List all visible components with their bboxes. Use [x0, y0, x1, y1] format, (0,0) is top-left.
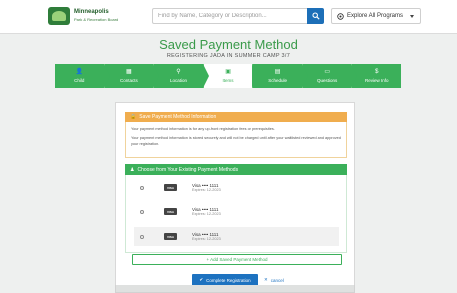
- step-icon: ▭: [324, 69, 331, 75]
- search-input[interactable]: [152, 8, 307, 24]
- step-child[interactable]: 👤 Child: [55, 64, 110, 88]
- payment-radio[interactable]: [140, 209, 144, 214]
- title-band: Saved Payment Method REGISTERING JADA IN…: [0, 34, 457, 64]
- step-icon: ▦: [126, 69, 132, 75]
- payment-method-row[interactable]: VISA Visa •••• 1111 Expires: 12-2023: [134, 227, 339, 246]
- step-icon: ▤: [274, 69, 281, 75]
- search-icon: [311, 12, 320, 20]
- card-expiry: Expires: 12-2023: [192, 187, 221, 192]
- visa-card-icon: VISA: [164, 233, 177, 240]
- info-text-2: Your payment method information is store…: [131, 136, 341, 146]
- save-payment-heading: 🔒 Save Payment Method Information: [125, 112, 347, 122]
- card-expiry: Expires: 12-2023: [192, 236, 221, 241]
- payment-card-panel: 🔒 Save Payment Method Information Your p…: [115, 102, 355, 293]
- step-label: Contacts: [119, 78, 138, 83]
- step-questions[interactable]: ▭ Questions: [301, 64, 357, 88]
- save-payment-heading-text: Save Payment Method Information: [139, 114, 217, 120]
- step-icon: $: [375, 69, 379, 75]
- step-review-info[interactable]: $ Review Info: [351, 64, 402, 88]
- card-info: Visa •••• 1111 Expires: 12-2023: [192, 183, 221, 193]
- compass-icon: [337, 12, 344, 20]
- existing-payments-heading: ♟ Choose from Your Existing Payment Meth…: [125, 164, 347, 175]
- visa-card-icon: VISA: [164, 208, 177, 215]
- cancel-label: cancel: [270, 277, 284, 283]
- existing-payments-heading-text: Choose from Your Existing Payment Method…: [137, 166, 239, 173]
- step-label: Schedule: [268, 78, 287, 83]
- logo-text: Minneapolis Park & Recreation Board: [74, 9, 118, 23]
- info-text-1: Your payment method information is for a…: [131, 127, 275, 131]
- step-label: Items: [222, 78, 234, 83]
- step-label: Questions: [317, 78, 338, 83]
- payment-radio[interactable]: [140, 234, 144, 239]
- save-payment-info: Your payment method information is for a…: [125, 122, 347, 158]
- chevron-down-icon: [410, 15, 414, 18]
- card-expiry: Expires: 12-2023: [192, 211, 221, 216]
- add-payment-method-button[interactable]: + Add Saved Payment Method: [132, 254, 342, 265]
- explore-programs-dropdown[interactable]: Explore All Programs: [331, 8, 421, 24]
- step-label: Child: [74, 78, 85, 83]
- search-button[interactable]: [307, 8, 324, 24]
- step-location[interactable]: ⚲ Location: [153, 64, 209, 88]
- step-items[interactable]: ▣ Items: [202, 64, 258, 88]
- card-info: Visa •••• 1111 Expires: 12-2023: [192, 207, 221, 217]
- card-number: Visa •••• 1111: [192, 206, 219, 212]
- step-icon: ▣: [225, 69, 231, 75]
- explore-label: Explore All Programs: [347, 13, 404, 19]
- page-subtitle: REGISTERING JADA IN SUMMER CAMP 3/7: [166, 53, 291, 59]
- step-label: Review Info: [365, 78, 389, 83]
- card-info: Visa •••• 1111 Expires: 12-2023: [192, 232, 221, 242]
- visa-card-icon: VISA: [164, 184, 177, 191]
- logo-subtitle: Park & Recreation Board: [74, 17, 119, 22]
- step-icon: ⚲: [176, 69, 181, 75]
- logo-title: Minneapolis: [74, 9, 109, 15]
- check-circle-icon: ✔: [199, 277, 204, 282]
- page-title: Saved Payment Method: [159, 37, 298, 52]
- card-number: Visa •••• 1111: [192, 182, 219, 188]
- payment-radio[interactable]: [140, 185, 144, 190]
- step-contacts[interactable]: ▦ Contacts: [103, 64, 159, 88]
- top-navbar: Minneapolis Park & Recreation Board Expl…: [0, 0, 457, 34]
- card-number: Visa •••• 1111: [192, 231, 219, 237]
- step-schedule[interactable]: ▤ Schedule: [252, 64, 308, 88]
- user-icon: ♟: [130, 166, 135, 173]
- step-label: Location: [169, 78, 187, 83]
- close-icon: ✕: [264, 277, 268, 282]
- complete-registration-label: Complete Registration: [206, 277, 251, 283]
- step-icon: 👤: [75, 69, 84, 75]
- lock-icon: 🔒: [130, 114, 137, 120]
- footer-bar: [115, 285, 355, 293]
- payment-method-row[interactable]: VISA Visa •••• 1111 Expires: 12-2023: [134, 202, 339, 221]
- cancel-link[interactable]: ✕ cancel: [264, 277, 284, 283]
- park-logo-icon: [48, 7, 70, 25]
- payment-method-row[interactable]: VISA Visa •••• 1111 Expires: 12-2023: [134, 178, 339, 197]
- logo[interactable]: Minneapolis Park & Recreation Board: [48, 7, 118, 25]
- registration-steps: 👤 Child ▦ Contacts ⚲ Location ▣ Items ▤ Schedule ▭…: [55, 64, 402, 88]
- payment-method-list: VISA Visa •••• 1111 Expires: 12-2023 VIS…: [125, 175, 347, 253]
